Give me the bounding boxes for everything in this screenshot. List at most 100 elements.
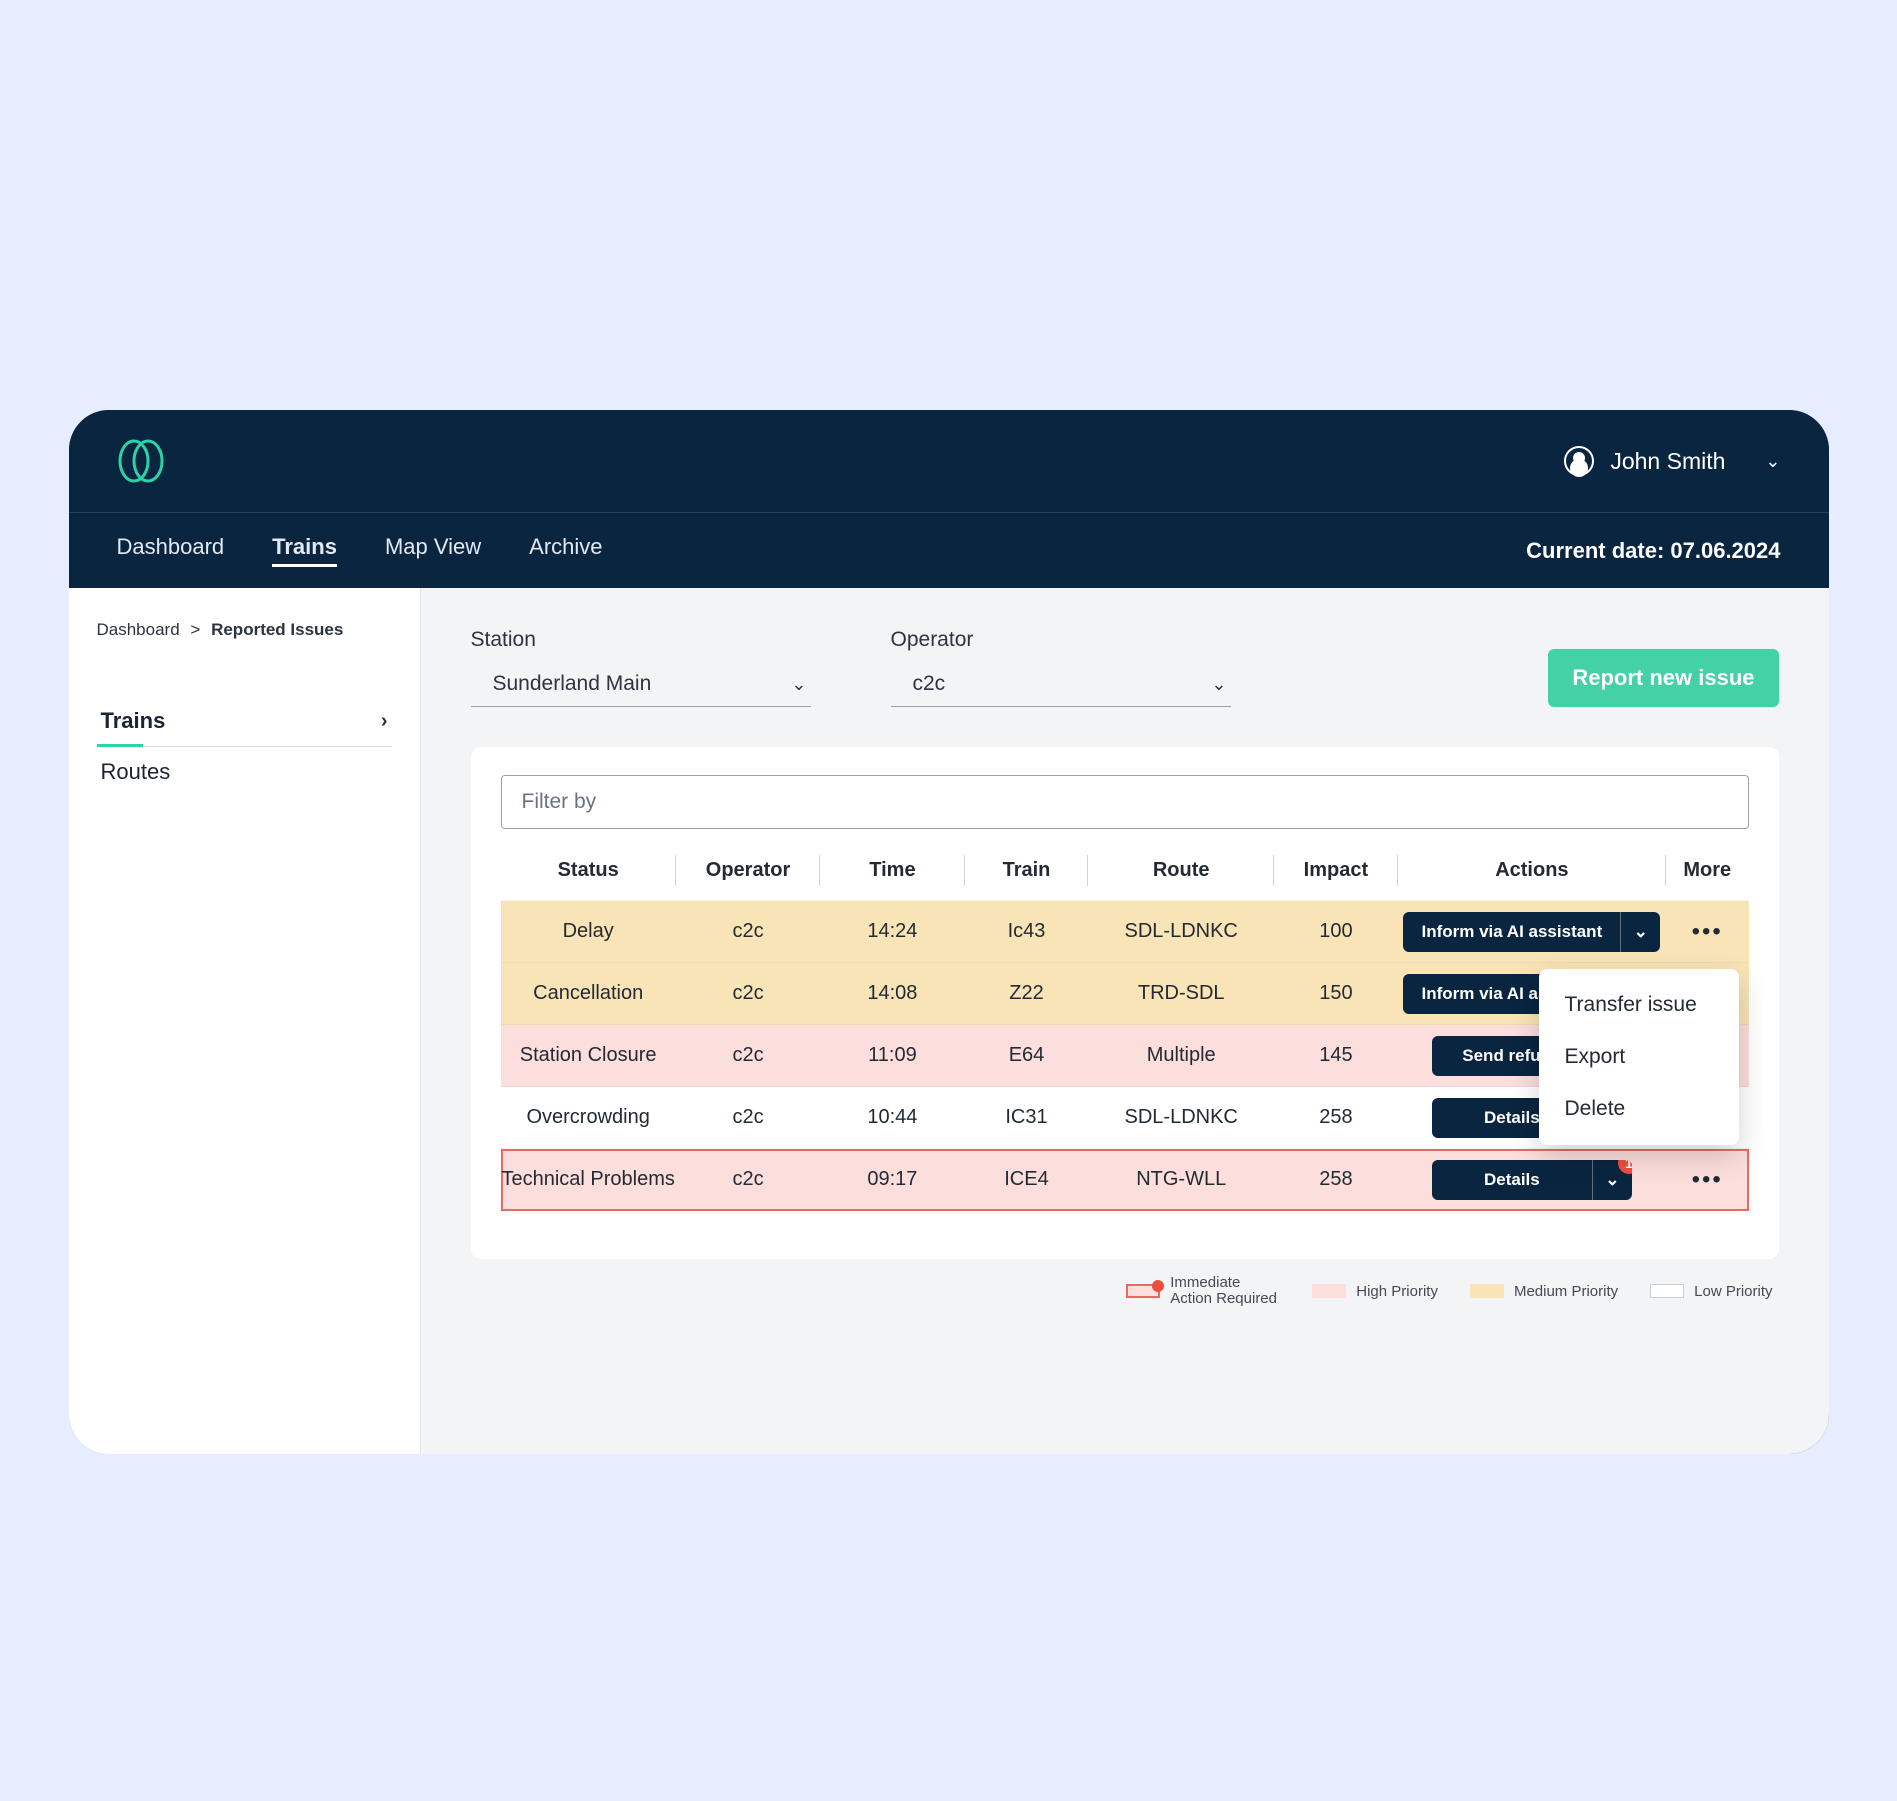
cell-more: •••	[1666, 1149, 1749, 1211]
legend-low: Low Priority	[1650, 1275, 1772, 1308]
legend-medium: Medium Priority	[1470, 1275, 1618, 1308]
col-status[interactable]: Status	[501, 847, 676, 901]
col-route[interactable]: Route	[1088, 847, 1274, 901]
cell-time: 14:08	[820, 963, 964, 1025]
sidebar-item-trains[interactable]: Trains ›	[97, 696, 392, 746]
legend-immediate-label: Immediate Action Required	[1170, 1275, 1280, 1308]
menu-item-export[interactable]: Export	[1539, 1031, 1739, 1083]
report-new-issue-button[interactable]: Report new issue	[1548, 649, 1778, 707]
cell-action: Details⌄1	[1398, 1149, 1666, 1211]
nav-tabs: Dashboard Trains Map View Archive	[117, 534, 603, 567]
app-window: John Smith ⌄ Dashboard Trains Map View A…	[69, 410, 1829, 1454]
breadcrumb-root[interactable]: Dashboard	[97, 620, 180, 639]
cell-impact: 100	[1274, 901, 1398, 963]
breadcrumb-sep: >	[190, 620, 200, 639]
legend-high: High Priority	[1312, 1275, 1438, 1308]
row-action-button[interactable]: Inform via AI assistant⌄	[1403, 912, 1660, 952]
operator-select[interactable]: c2c ⌄	[891, 664, 1231, 707]
swatch-immediate-icon	[1126, 1284, 1160, 1298]
sidebar-item-label: Routes	[101, 759, 171, 785]
cell-action: Inform via AI assistant⌄	[1398, 901, 1666, 963]
cell-time: 09:17	[820, 1149, 964, 1211]
swatch-low-icon	[1650, 1284, 1684, 1298]
filter-input[interactable]: Filter by	[501, 775, 1749, 829]
station-value: Sunderland Main	[493, 672, 652, 696]
cell-status: Overcrowding	[501, 1087, 676, 1149]
priority-legend: Immediate Action Required High Priority …	[471, 1259, 1779, 1308]
swatch-medium-icon	[1470, 1284, 1504, 1298]
cell-operator: c2c	[676, 1025, 820, 1087]
row-action-label[interactable]: Details	[1432, 1160, 1592, 1200]
operator-label: Operator	[891, 628, 1231, 652]
main-content: Station Sunderland Main ⌄ Operator c2c ⌄…	[421, 588, 1829, 1454]
station-label: Station	[471, 628, 811, 652]
cell-more: •••	[1666, 901, 1749, 963]
cell-time: 10:44	[820, 1087, 964, 1149]
nav-tab-dashboard[interactable]: Dashboard	[117, 534, 225, 567]
station-field: Station Sunderland Main ⌄	[471, 628, 811, 707]
filter-row: Station Sunderland Main ⌄ Operator c2c ⌄…	[471, 628, 1779, 707]
cell-operator: c2c	[676, 1149, 820, 1211]
row-action-button[interactable]: Details⌄1	[1432, 1160, 1632, 1200]
more-icon[interactable]: •••	[1692, 1166, 1723, 1193]
station-select[interactable]: Sunderland Main ⌄	[471, 664, 811, 707]
cell-route: SDL-LDNKC	[1088, 901, 1274, 963]
legend-medium-label: Medium Priority	[1514, 1283, 1618, 1300]
breadcrumb-current: Reported Issues	[211, 620, 343, 639]
cell-impact: 145	[1274, 1025, 1398, 1087]
cell-train: Ic43	[965, 901, 1089, 963]
cell-route: SDL-LDNKC	[1088, 1087, 1274, 1149]
col-actions: Actions	[1398, 847, 1666, 901]
user-name: John Smith	[1610, 448, 1725, 475]
cell-route: NTG-WLL	[1088, 1149, 1274, 1211]
nav-tab-trains[interactable]: Trains	[272, 534, 337, 567]
cell-time: 11:09	[820, 1025, 964, 1087]
logo-icon	[117, 439, 165, 483]
operator-value: c2c	[913, 672, 946, 696]
cell-train: ICE4	[965, 1149, 1089, 1211]
cell-impact: 150	[1274, 963, 1398, 1025]
cell-impact: 258	[1274, 1087, 1398, 1149]
current-date: Current date: 07.06.2024	[1526, 538, 1780, 564]
col-more: More	[1666, 847, 1749, 901]
col-operator[interactable]: Operator	[676, 847, 820, 901]
more-menu-popover: Transfer issue Export Delete	[1539, 969, 1739, 1145]
body: Dashboard > Reported Issues Trains › Rou…	[69, 588, 1829, 1454]
table-row[interactable]: Delayc2c14:24Ic43SDL-LDNKC100Inform via …	[501, 901, 1749, 963]
nav-tab-mapview[interactable]: Map View	[385, 534, 481, 567]
col-train[interactable]: Train	[965, 847, 1089, 901]
logo	[117, 439, 165, 483]
cell-status: Station Closure	[501, 1025, 676, 1087]
col-impact[interactable]: Impact	[1274, 847, 1398, 901]
cell-route: Multiple	[1088, 1025, 1274, 1087]
sidebar: Dashboard > Reported Issues Trains › Rou…	[69, 588, 421, 1454]
cell-operator: c2c	[676, 963, 820, 1025]
chevron-down-icon: ⌄	[791, 674, 806, 695]
more-icon[interactable]: •••	[1692, 918, 1723, 945]
legend-low-label: Low Priority	[1694, 1283, 1772, 1300]
chevron-down-icon[interactable]: ⌄	[1620, 912, 1660, 952]
cell-status: Cancellation	[501, 963, 676, 1025]
topbar: John Smith ⌄	[69, 410, 1829, 512]
legend-high-label: High Priority	[1356, 1283, 1438, 1300]
cell-operator: c2c	[676, 1087, 820, 1149]
user-menu[interactable]: John Smith ⌄	[1564, 446, 1780, 476]
nav-tab-archive[interactable]: Archive	[529, 534, 602, 567]
cell-status: Delay	[501, 901, 676, 963]
chevron-right-icon: ›	[381, 710, 388, 733]
menu-item-transfer[interactable]: Transfer issue	[1539, 979, 1739, 1031]
sidebar-item-label: Trains	[101, 708, 166, 734]
col-time[interactable]: Time	[820, 847, 964, 901]
cell-route: TRD-SDL	[1088, 963, 1274, 1025]
row-action-label[interactable]: Inform via AI assistant	[1403, 912, 1620, 952]
swatch-high-icon	[1312, 1284, 1346, 1298]
sidebar-item-routes[interactable]: Routes	[97, 747, 392, 797]
filter-placeholder: Filter by	[522, 790, 597, 814]
menu-item-delete[interactable]: Delete	[1539, 1083, 1739, 1135]
table-row[interactable]: Technical Problemsc2c09:17ICE4NTG-WLL258…	[501, 1149, 1749, 1211]
cell-operator: c2c	[676, 901, 820, 963]
chevron-down-icon: ⌄	[1211, 674, 1226, 695]
operator-field: Operator c2c ⌄	[891, 628, 1231, 707]
cell-time: 14:24	[820, 901, 964, 963]
breadcrumb: Dashboard > Reported Issues	[97, 620, 392, 640]
